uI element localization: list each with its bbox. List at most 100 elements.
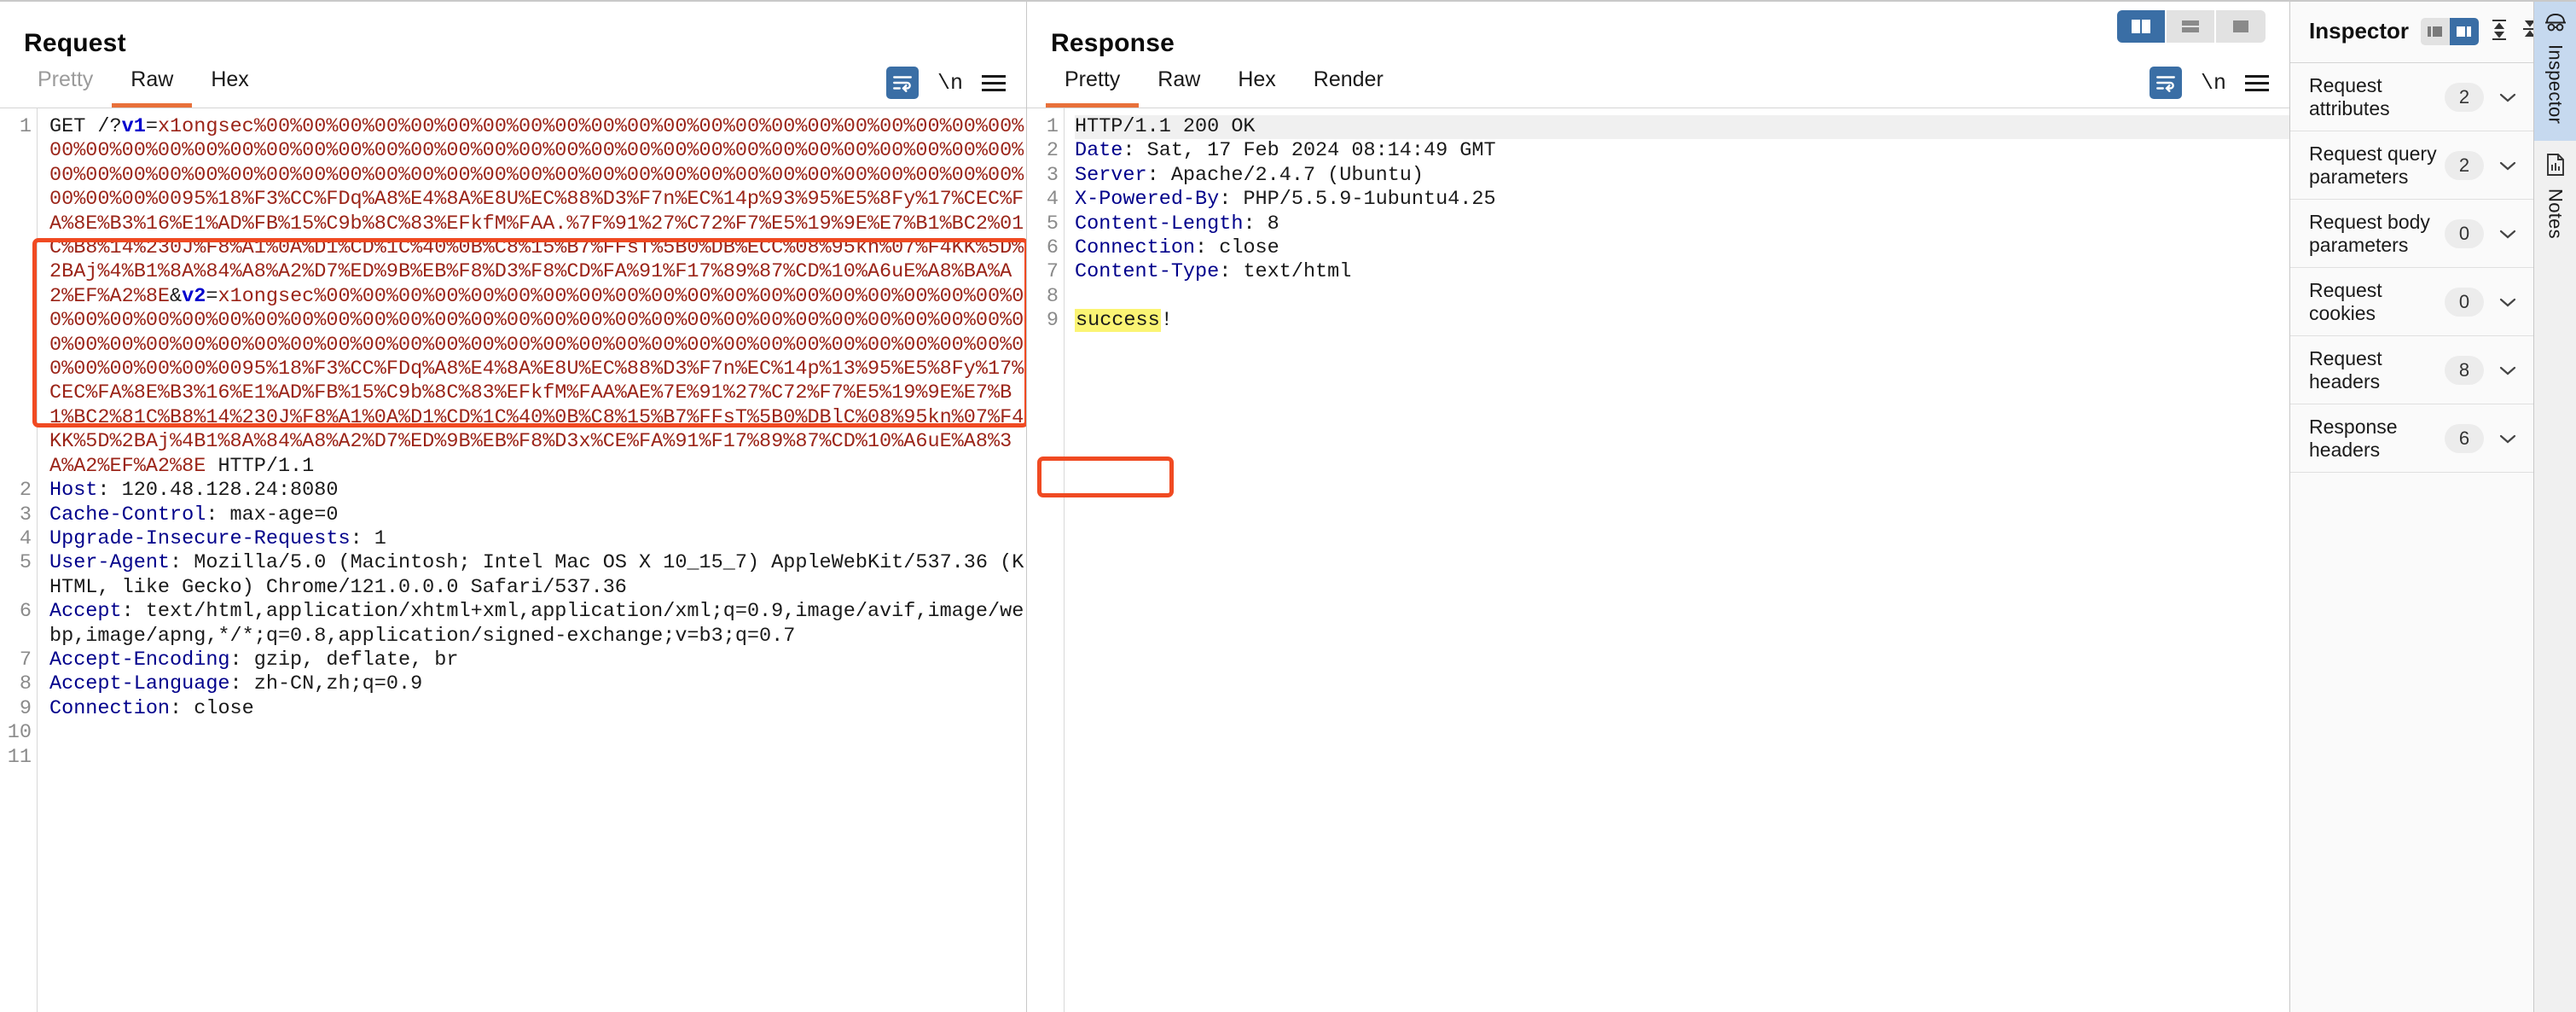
line-number: 6 <box>1046 236 1059 260</box>
line-number: 8 <box>19 672 32 696</box>
code-line: Upgrade-Insecure-Requests: 1 <box>49 527 1026 551</box>
response-editor[interactable]: 123456789 HTTP/1.1 200 OK Date: Sat, 17 F… <box>1027 108 2289 1012</box>
line-number: 8 <box>1046 284 1059 308</box>
code-line: Cache-Control: max-age=0 <box>49 503 1026 527</box>
code-line: X-Powered-By: PHP/5.5.9-1ubuntu4.25 <box>1075 188 2289 212</box>
code-segment-qparam: v2 <box>182 284 206 308</box>
request-tab-hex[interactable]: Hex <box>192 64 267 108</box>
newline-icon[interactable]: \n <box>2201 71 2226 96</box>
line-number: 6 <box>19 600 32 624</box>
inspector-row-request-body-parameters[interactable]: Request body parameters 0 <box>2290 200 2533 268</box>
code-segment-plain: : Mozilla/5.0 (Macintosh; Intel Mac OS X… <box>49 551 1024 599</box>
word-wrap-icon[interactable] <box>885 67 919 99</box>
request-tabbar: Pretty Raw Hex \n <box>0 58 1026 108</box>
chevron-down-icon[interactable] <box>2498 432 2518 445</box>
code-segment-plain: : text/html <box>1219 260 1352 284</box>
code-line: Server: Apache/2.4.7 (Ubuntu) <box>1075 164 2289 188</box>
response-tab-pretty[interactable]: Pretty <box>1046 64 1140 108</box>
chevron-down-icon[interactable] <box>2498 90 2518 104</box>
code-line: success! <box>1075 309 2289 333</box>
side-by-side-layout-button[interactable] <box>2117 10 2167 43</box>
inspector-row-request-cookies[interactable]: Request cookies 0 <box>2290 268 2533 336</box>
rail-tab-inspector[interactable]: Inspector <box>2534 0 2576 142</box>
code-segment-plain: & <box>170 284 183 308</box>
code-segment-plain: : text/html,application/xhtml+xml,applic… <box>49 600 1024 648</box>
code-segment-plain: : 120.48.128.24:8080 <box>97 479 339 503</box>
code-line: Connection: close <box>49 697 1026 721</box>
code-segment-plain: ! <box>1160 309 1173 333</box>
code-segment-mark: success <box>1075 309 1161 333</box>
code-line: User-Agent: Mozilla/5.0 (Macintosh; Inte… <box>49 551 1026 600</box>
code-segment-plain: : max-age=0 <box>206 503 339 526</box>
rail-tab-notes[interactable]: Notes <box>2534 141 2576 256</box>
code-segment-hdr: Accept <box>49 600 122 624</box>
chevron-down-icon[interactable] <box>2498 159 2518 172</box>
inspector-row-request-attributes[interactable]: Request attributes 2 <box>2290 63 2533 131</box>
expand-all-icon[interactable] <box>2489 18 2509 44</box>
code-line: HTTP/1.1 200 OK <box>1075 115 2289 140</box>
word-wrap-icon[interactable] <box>2149 67 2182 99</box>
inspector-row-request-query-parameters[interactable]: Request query parameters 2 <box>2290 131 2533 200</box>
code-segment-plain: HTTP/1.1 <box>206 454 315 478</box>
rail-tab-inspector-label: Inspector <box>2544 44 2567 125</box>
request-code[interactable]: GET /?v1=x1ongsec%00%00%00%00%00%00%00%0… <box>38 108 1026 1012</box>
chevron-down-icon[interactable] <box>2498 364 2518 377</box>
line-number: 1 <box>1046 115 1059 138</box>
stacked-layout-button[interactable] <box>2167 10 2216 43</box>
code-segment-plain: : gzip, deflate, br <box>229 648 459 672</box>
response-code[interactable]: HTTP/1.1 200 OK Date: Sat, 17 Feb 2024 08… <box>1065 108 2289 1012</box>
inspector-row-request-headers[interactable]: Request headers 8 <box>2290 336 2533 404</box>
request-tab-tools: \n <box>885 67 1026 108</box>
line-number: 5 <box>1046 212 1059 236</box>
code-segment-hdr: Date <box>1075 139 1123 163</box>
response-tab-render[interactable]: Render <box>1295 64 1402 108</box>
inspector-row-count-badge: 0 <box>2445 218 2484 248</box>
code-segment-plain: HTTP/1.1 200 OK <box>1075 115 1256 138</box>
single-pane-layout-button[interactable] <box>2216 10 2266 43</box>
layout-left-button[interactable] <box>2421 17 2451 45</box>
code-line: Content-Type: text/html <box>1075 260 2289 284</box>
code-line: Accept: text/html,application/xhtml+xml,… <box>49 600 1026 648</box>
inspector-row-label: Request attributes <box>2309 73 2390 119</box>
burp-detective-icon <box>2544 14 2566 32</box>
code-line: Connection: close <box>1075 236 2289 260</box>
code-segment-hdr: Accept-Language <box>49 672 230 696</box>
menu-icon[interactable] <box>982 74 1006 91</box>
layout-right-button[interactable] <box>2450 17 2480 45</box>
request-tab-pretty[interactable]: Pretty <box>19 64 112 108</box>
code-segment-plain: : close <box>1195 236 1279 260</box>
code-line: GET /?v1=x1ongsec%00%00%00%00%00%00%00%0… <box>49 115 1026 479</box>
inspector-row-count-badge: 6 <box>2445 423 2484 453</box>
inspector-row-response-headers[interactable]: Response headers 6 <box>2290 404 2533 473</box>
right-sidebar-rail: Inspector Notes <box>2533 0 2576 1012</box>
code-segment-plain: : 8 <box>1243 212 1279 236</box>
chevron-down-icon[interactable] <box>2498 295 2518 309</box>
inspector-row-label: Request headers <box>2309 346 2382 393</box>
line-number: 5 <box>19 551 32 575</box>
code-segment-plain: : 1 <box>350 526 386 550</box>
code-segment-plain: : close <box>170 696 254 720</box>
chevron-down-icon[interactable] <box>2498 227 2518 241</box>
menu-icon[interactable] <box>2245 74 2269 91</box>
line-number: 4 <box>19 526 32 550</box>
inspector-row-label: Response headers <box>2309 415 2398 461</box>
response-tab-raw[interactable]: Raw <box>1139 64 1219 108</box>
inspector-layout-segment <box>2421 17 2480 45</box>
code-segment-payload: x1ongsec%00%00%00%00%00%00%00%00%00%00%0… <box>49 115 1024 308</box>
request-tab-raw[interactable]: Raw <box>112 64 193 108</box>
request-editor[interactable]: 1 2 3 4 5 6 7 8 9 10 11 GET /?v1=x1ongsec%00%00%00… <box>0 108 1026 1012</box>
line-number: 2 <box>19 479 32 503</box>
newline-icon[interactable]: \n <box>937 71 963 96</box>
line-number: 9 <box>19 696 32 720</box>
code-segment-hdr: User-Agent <box>49 551 171 575</box>
code-segment-hdr: Accept-Encoding <box>49 648 230 672</box>
inspector-row-label: Request cookies <box>2309 278 2382 324</box>
response-tab-hex[interactable]: Hex <box>1219 64 1294 108</box>
code-segment-hdr: Content-Length <box>1075 212 1244 236</box>
inspector-row-count-badge: 2 <box>2445 150 2484 180</box>
response-tabbar: Pretty Raw Hex Render \n <box>1027 58 2289 108</box>
code-segment-hdr: X-Powered-By <box>1075 188 1220 212</box>
line-number: 2 <box>1046 139 1059 163</box>
